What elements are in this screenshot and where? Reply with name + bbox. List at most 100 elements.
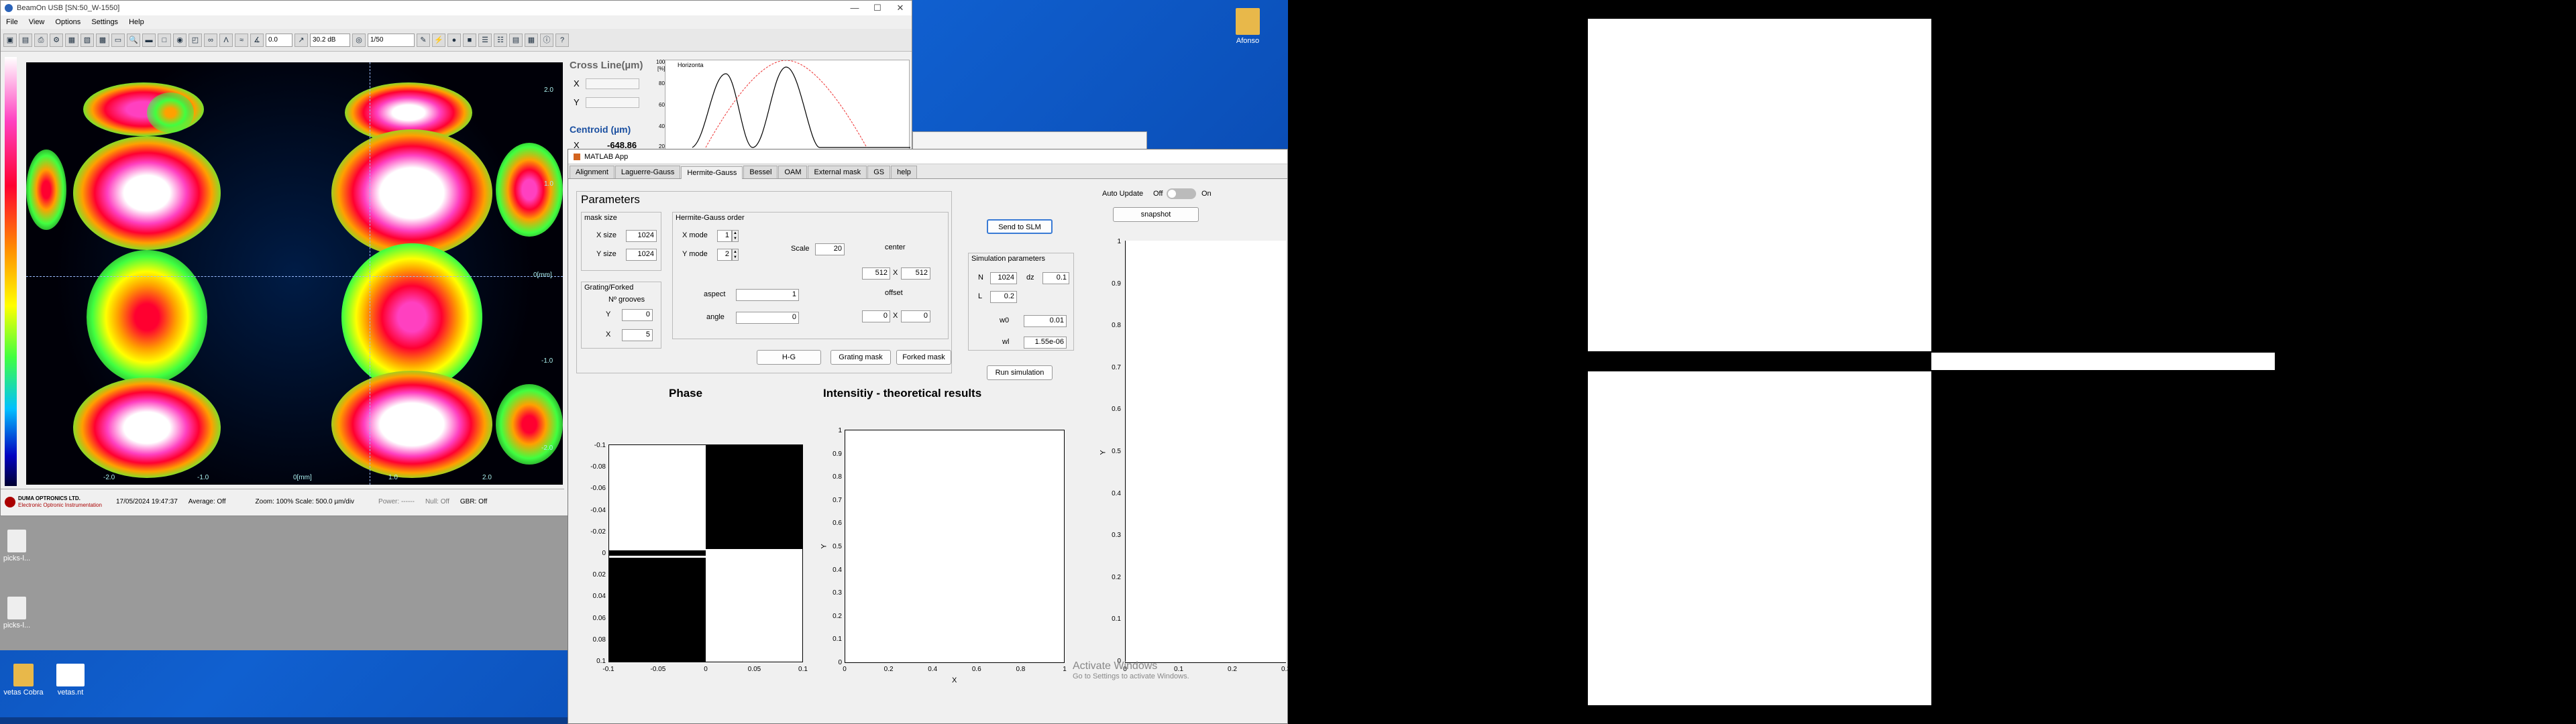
y-mode-field[interactable]: 2 (717, 249, 732, 261)
center-x-field[interactable]: 512 (862, 267, 890, 280)
desktop-icon-folder[interactable]: Afonso (1224, 8, 1271, 45)
fit-icon[interactable]: ≈ (235, 33, 248, 47)
w0-field[interactable]: 0.01 (1024, 315, 1067, 327)
tab-hermite-gauss[interactable]: Hermite-Gauss (681, 166, 743, 179)
tick-label: 0.1 (596, 658, 606, 665)
info-icon[interactable]: ⓘ (540, 33, 553, 47)
table-icon[interactable]: ☷ (494, 33, 507, 47)
x-mode-field[interactable]: 1 (717, 230, 732, 242)
desktop-icon-file-1[interactable]: picks-l... (0, 530, 34, 562)
image-icon[interactable]: ▩ (96, 33, 109, 47)
desktop-icon-file-2[interactable]: picks-l... (0, 597, 34, 629)
forked-mask-button[interactable]: Forked mask (896, 350, 951, 365)
aspect-field[interactable]: 1 (736, 289, 799, 301)
crosshair-horizontal (26, 276, 563, 277)
record-icon[interactable]: ■ (463, 33, 476, 47)
grid-icon[interactable]: ▧ (80, 33, 94, 47)
lobe-7 (331, 371, 492, 478)
n-field[interactable]: 1024 (990, 272, 1017, 284)
gauss-icon[interactable]: Λ (219, 33, 233, 47)
send-to-slm-button[interactable]: Send to SLM (987, 219, 1053, 234)
tick-label: 0.9 (1112, 280, 1121, 288)
offset-x-field[interactable]: 0 (862, 310, 890, 322)
wl-field[interactable]: 1.55e-06 (1024, 337, 1067, 349)
hg-button[interactable]: H-G (757, 350, 821, 365)
auto-update-toggle[interactable] (1167, 188, 1196, 199)
chart-icon[interactable]: ▤ (509, 33, 523, 47)
arrow-icon[interactable]: ↗ (294, 33, 308, 47)
tick-label: 1 (1063, 666, 1067, 673)
power-icon[interactable]: ⚡ (432, 33, 445, 47)
x-mode-spinner[interactable]: ▲ ▼ (732, 230, 739, 242)
toolbar: ▣ ▤ ⎙ ⚙ ▦ ▧ ▩ ▭ 🔍 ▬ □ ◉ ◰ ∞ Λ ≈ ∡ 0.0 ↗ … (1, 29, 912, 52)
menu-help[interactable]: Help (123, 18, 150, 26)
ratio-select[interactable]: 1/50 (368, 33, 415, 47)
tab-laguerre-gauss[interactable]: Laguerre-Gauss (614, 166, 681, 178)
layout-icon[interactable]: ▦ (525, 33, 538, 47)
tab-help[interactable]: help (891, 166, 917, 178)
average-status: Average: Off (188, 498, 226, 505)
tick-label: 0.4 (928, 666, 938, 673)
profile-icon[interactable]: ∞ (204, 33, 217, 47)
filter-icon[interactable]: ◎ (352, 33, 366, 47)
view3d-icon[interactable]: ▦ (65, 33, 78, 47)
menu-view[interactable]: View (23, 18, 50, 26)
list-icon[interactable]: ☰ (478, 33, 492, 47)
phase-title: Phase (669, 387, 703, 400)
tab-bessel[interactable]: Bessel (743, 166, 778, 178)
ruler-icon[interactable]: ▬ (142, 33, 156, 47)
snapshot-button[interactable]: snapshot (1113, 207, 1199, 222)
angle-field[interactable]: 0 (736, 312, 799, 324)
close-icon[interactable]: ✕ (889, 3, 912, 13)
tick-label: 0.2 (883, 666, 894, 673)
lobe-6 (73, 377, 221, 478)
offset-y-field[interactable]: 0 (901, 310, 930, 322)
grating-mask-button[interactable]: Grating mask (830, 350, 891, 365)
center-y-field[interactable]: 512 (901, 267, 930, 280)
desktop-icon-file-3[interactable]: vetas.nt (50, 664, 91, 697)
window-title: BeamOn USB [SN:50_W-1550] (17, 4, 120, 12)
maximize-icon[interactable]: ☐ (866, 3, 889, 13)
open-icon[interactable]: ▣ (3, 33, 17, 47)
settings-icon[interactable]: ⚙ (50, 33, 63, 47)
db-select[interactable]: 30.2 dB (310, 33, 350, 47)
save-icon[interactable]: ▤ (19, 33, 32, 47)
zoom-icon[interactable]: 🔍 (127, 33, 140, 47)
capture-icon[interactable]: ◉ (173, 33, 186, 47)
angle-input[interactable]: 0.0 (266, 33, 292, 47)
dz-field[interactable]: 0.1 (1042, 272, 1069, 284)
phase-quad-black-bl (609, 557, 706, 662)
tab-external-mask[interactable]: External mask (808, 166, 867, 178)
run-simulation-button[interactable]: Run simulation (987, 365, 1053, 380)
l-field[interactable]: 0.2 (990, 291, 1017, 303)
grooves-y-field[interactable]: 0 (622, 309, 653, 321)
taskbar (0, 717, 568, 724)
y-size-field[interactable]: 1024 (626, 249, 657, 261)
tick-label: 0.1 (1112, 615, 1121, 623)
y-mode-spinner[interactable]: ▲ ▼ (732, 249, 739, 261)
tab-oam[interactable]: OAM (778, 166, 808, 178)
horizontal-profile-plot: Horizonta [%] 100 80 60 40 20 (656, 59, 910, 149)
grooves-x-field[interactable]: 5 (622, 329, 653, 341)
beam-profile-image[interactable]: -2.0 -1.0 0[mm] 1.0 2.0 2.0 1.0 0[mm] -1… (26, 62, 563, 485)
edit-icon[interactable]: ✎ (417, 33, 430, 47)
tab-gs[interactable]: GS (867, 166, 891, 178)
tab-alignment[interactable]: Alignment (570, 166, 614, 178)
scale-field[interactable]: 20 (815, 243, 845, 255)
position-icon[interactable]: ● (447, 33, 461, 47)
menu-options[interactable]: Options (50, 18, 86, 26)
print-icon[interactable]: ⎙ (34, 33, 48, 47)
x-size-field[interactable]: 1024 (626, 230, 657, 242)
menu-settings[interactable]: Settings (86, 18, 123, 26)
window-icon[interactable]: □ (158, 33, 171, 47)
cross-y-field (586, 97, 639, 108)
menu-file[interactable]: File (1, 18, 23, 26)
help-icon[interactable]: ? (555, 33, 569, 47)
matlab-titlebar: MATLAB App (568, 149, 1287, 164)
angle-icon[interactable]: ∡ (250, 33, 264, 47)
minimize-icon[interactable]: — (843, 3, 866, 13)
desktop-icon-folder-2[interactable]: vetas Cobra (3, 664, 44, 697)
camera-icon[interactable]: ◰ (189, 33, 202, 47)
profile-curves (692, 60, 910, 148)
histogram-icon[interactable]: ▭ (111, 33, 125, 47)
